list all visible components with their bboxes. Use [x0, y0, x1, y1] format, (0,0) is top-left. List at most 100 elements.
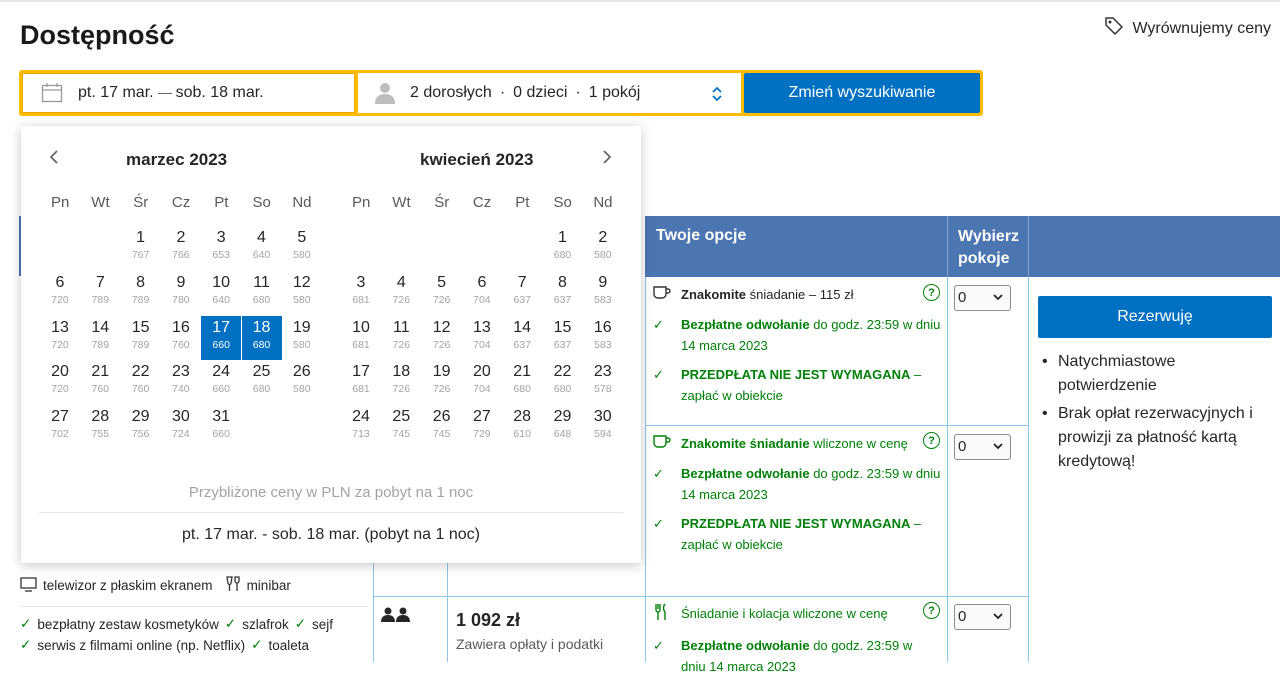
calendar-day[interactable]: 5 580 [282, 226, 322, 270]
calendar-day[interactable]: 11 726 [381, 316, 421, 360]
calendar-day[interactable]: 22 680 [543, 360, 583, 404]
calendar-day[interactable]: 24 713 [341, 405, 381, 449]
calendar-day[interactable]: 13 704 [462, 316, 502, 360]
calendar-day[interactable]: 11 680 [242, 271, 282, 315]
calendar-day[interactable]: 14 637 [502, 316, 542, 360]
calendar-day[interactable]: 28 610 [502, 405, 542, 449]
meal-bold: Znakomite śniadanie [681, 436, 810, 451]
calendar-day[interactable]: 16 583 [583, 316, 623, 360]
calendar-day[interactable]: 25 745 [381, 405, 421, 449]
calendar-day[interactable]: 23 578 [583, 360, 623, 404]
room-count-select-3[interactable]: 0 [954, 604, 1011, 630]
calendar-day[interactable]: 22 760 [121, 360, 161, 404]
day-price: 681 [352, 293, 370, 306]
next-month-chevron-icon[interactable] [601, 148, 613, 171]
check-icon: ✓ [20, 616, 32, 631]
date-range-field[interactable]: pt. 17 mar. sob. 18 mar. [22, 73, 355, 113]
calendar-day[interactable]: 18 726 [381, 360, 421, 404]
room-count-select-2[interactable]: 0 [954, 434, 1011, 460]
day-price: 680 [252, 338, 271, 351]
calendar-day[interactable]: 21 680 [502, 360, 542, 404]
calendar-day[interactable]: 9 583 [583, 271, 623, 315]
help-icon[interactable]: ? [923, 284, 940, 301]
day-price: 594 [594, 428, 612, 441]
guests-field[interactable]: 2 dorosłych · 0 dzieci · 1 pokój [358, 73, 741, 113]
calendar-day[interactable]: 25 680 [242, 360, 282, 404]
prev-month-chevron-icon[interactable] [48, 148, 60, 171]
check-icon: ✓ [653, 516, 664, 531]
chevron-down-icon [992, 609, 1004, 627]
date-separator [157, 92, 172, 94]
calendar-day[interactable]: 8 789 [121, 271, 161, 315]
calendar-day[interactable]: 29 648 [543, 405, 583, 449]
calendar-day[interactable]: 18 680 [241, 315, 282, 360]
calendar-day[interactable]: 2 766 [161, 226, 201, 270]
price-note: Zawiera opłaty i podatki [456, 636, 604, 652]
weekday-label: Wt [91, 194, 110, 211]
calendar-day[interactable]: 6 704 [462, 271, 502, 315]
calendar-day[interactable]: 12 580 [282, 271, 322, 315]
calendar-day[interactable]: 4 726 [381, 271, 421, 315]
calendar-day[interactable]: 26 745 [422, 405, 462, 449]
calendar-day[interactable]: 16 760 [161, 316, 201, 360]
calendar-day[interactable]: 23 740 [161, 360, 201, 404]
day-number: 11 [392, 318, 410, 336]
calendar-day[interactable]: 26 580 [282, 360, 322, 404]
calendar-day[interactable]: 21 760 [80, 360, 120, 404]
day-number: 21 [513, 363, 532, 381]
calendar-day[interactable]: 5 726 [422, 271, 462, 315]
no-prepay-label: PRZEDPŁATA NIE JEST WYMAGANA [681, 367, 911, 382]
calendar-day[interactable]: 17 660 [201, 315, 242, 360]
calendar-day[interactable]: 2 580 [583, 226, 623, 270]
help-icon[interactable]: ? [923, 432, 940, 449]
facility-item: serwis z filmami online (np. Netflix) [37, 637, 246, 653]
calendar-day[interactable]: 30 724 [161, 405, 201, 449]
calendar-day[interactable]: 27 729 [462, 405, 502, 449]
calendar-day[interactable]: 24 660 [201, 360, 241, 404]
option-2: Znakomite śniadanie wliczone w cenę ✓ Be… [653, 433, 943, 563]
calendar-day[interactable]: 15 637 [543, 316, 583, 360]
calendar-day[interactable]: 4 640 [242, 226, 282, 270]
day-price: 583 [594, 293, 612, 306]
calendar-day[interactable]: 27 702 [40, 405, 80, 449]
calendar-day[interactable]: 13 720 [40, 316, 80, 360]
calendar-day[interactable]: 19 580 [282, 316, 322, 360]
calendar-day[interactable]: 10 640 [201, 271, 241, 315]
calendar-day[interactable]: 31 660 [201, 405, 241, 449]
day-number: 31 [212, 408, 231, 426]
reserve-button[interactable]: Rezerwuję [1038, 296, 1272, 338]
change-search-button[interactable]: Zmień wyszukiwanie [744, 73, 980, 113]
calendar-day[interactable]: 3 681 [341, 271, 381, 315]
day-price: 660 [212, 428, 230, 441]
weekday-label: Pn [351, 194, 371, 211]
calendar-day[interactable]: 15 789 [121, 316, 161, 360]
day-price: 720 [51, 383, 69, 396]
calendar-day[interactable]: 9 780 [161, 271, 201, 315]
calendar-day[interactable]: 29 756 [121, 405, 161, 449]
day-price: 640 [212, 293, 230, 306]
calendar-day[interactable]: 28 755 [80, 405, 120, 449]
column-divider [447, 563, 448, 662]
calendar-day[interactable]: 19 726 [422, 360, 462, 404]
calendar-day[interactable]: 10 681 [341, 316, 381, 360]
help-icon[interactable]: ? [923, 602, 940, 619]
day-price: 637 [553, 338, 572, 351]
calendar-day[interactable]: 12 726 [422, 316, 462, 360]
day-price: 726 [392, 293, 411, 306]
calendar-day[interactable]: 8 637 [543, 271, 583, 315]
calendar-day[interactable]: 7 637 [502, 271, 542, 315]
calendar-day[interactable]: 3 653 [201, 226, 241, 270]
day-price: 704 [473, 293, 491, 306]
calendar-day[interactable]: 30 594 [583, 405, 623, 449]
room-count-select-1[interactable]: 0 [954, 285, 1011, 311]
rooms-table-header: Twoje opcje Wybierz pokoje [645, 216, 1280, 277]
calendar-day[interactable]: 6 720 [40, 271, 80, 315]
calendar-day[interactable]: 1 680 [543, 226, 583, 270]
price-match-link[interactable]: Wyrównujemy ceny [1104, 16, 1271, 41]
calendar-day[interactable]: 17 681 [341, 360, 381, 404]
calendar-day[interactable]: 1 767 [121, 226, 161, 270]
calendar-day[interactable]: 14 789 [80, 316, 120, 360]
calendar-day[interactable]: 20 704 [462, 360, 502, 404]
calendar-day[interactable]: 20 720 [40, 360, 80, 404]
calendar-day[interactable]: 7 789 [80, 271, 120, 315]
